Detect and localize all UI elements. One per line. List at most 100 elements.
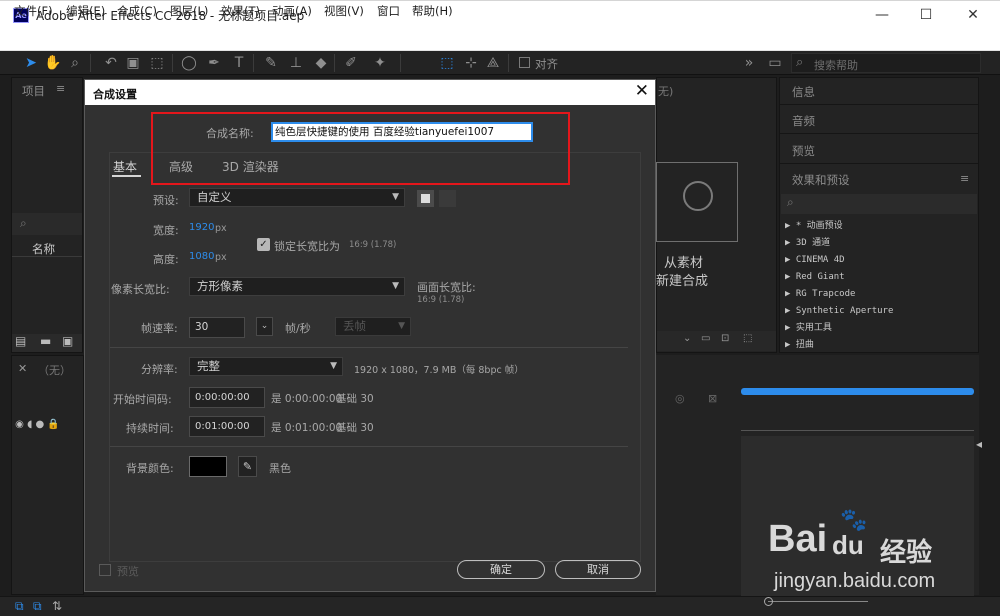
timeline-nav-icon[interactable]: ◂	[976, 437, 982, 451]
selection-tool-icon[interactable]: ➤	[22, 54, 40, 72]
local-axis-icon[interactable]: ⬚	[438, 54, 456, 72]
ok-button[interactable]: 确定	[457, 560, 545, 579]
effects-panel-menu-icon[interactable]: ≡	[960, 172, 969, 185]
pen-tool-icon[interactable]: ✒	[205, 54, 223, 72]
menu-file[interactable]: 文件(F)	[14, 3, 53, 19]
audio-panel-title[interactable]: 音频	[792, 113, 815, 129]
height-value[interactable]: 1080	[189, 251, 214, 262]
preset-dropdown[interactable]: 自定义 ▼	[189, 188, 405, 207]
menu-view[interactable]: 视图(V)	[324, 3, 364, 19]
fps-dropdown-icon[interactable]: ⌄	[256, 317, 273, 336]
expand-toolbar-icon[interactable]: »	[740, 54, 758, 72]
preset-value: 自定义	[197, 190, 232, 204]
preview-checkbox[interactable]	[99, 564, 111, 576]
panel-menu-icon[interactable]: ≡	[56, 82, 65, 95]
view-axis-icon[interactable]: ⟁	[484, 54, 502, 72]
menu-window[interactable]: 窗口	[377, 3, 400, 19]
viewer-3d-icon[interactable]: ▭	[701, 333, 710, 344]
timeline-switches[interactable]: ◉ ◖ ● 🔒	[12, 419, 83, 435]
menu-edit[interactable]: 编辑(E)	[66, 3, 105, 19]
menu-composition[interactable]: 合成(C)	[117, 3, 157, 19]
effects-search-input[interactable]: ⌕	[781, 194, 977, 214]
ellipse-tool-icon[interactable]: ◯	[180, 54, 198, 72]
motion-blur-icon[interactable]: ◎	[675, 392, 685, 405]
text-tool-icon[interactable]: T	[230, 54, 248, 72]
close-window-button[interactable]: ✕	[950, 0, 996, 30]
graph-editor-icon[interactable]: ⊠	[708, 392, 717, 405]
brush-tool-icon[interactable]: ✎	[262, 54, 280, 72]
pixel-aspect-dropdown[interactable]: 方形像素 ▼	[189, 277, 405, 296]
column-name[interactable]: 名称	[32, 241, 55, 257]
dialog-close-icon[interactable]: ✕	[635, 81, 649, 101]
menu-animation[interactable]: 动画(A)	[272, 3, 312, 19]
chevron-down-icon: ▼	[398, 321, 405, 331]
maximize-button[interactable]: ☐	[903, 0, 949, 30]
cancel-button[interactable]: 取消	[555, 560, 641, 579]
project-panel-title[interactable]: 项目	[22, 83, 45, 99]
viewer-channel-icon[interactable]: ⊡	[721, 333, 729, 344]
effects-item[interactable]: ▶ CINEMA 4D	[785, 252, 975, 269]
interpret-footage-icon[interactable]: ▤	[15, 334, 26, 348]
effects-presets-title[interactable]: 效果和预设	[792, 172, 850, 188]
mode-switch-icon[interactable]: ⧉	[33, 599, 42, 614]
menu-layer[interactable]: 图层(L)	[170, 3, 208, 19]
width-value[interactable]: 1920	[189, 222, 214, 233]
new-comp-hint-line1[interactable]: 从素材	[664, 252, 703, 271]
preview-label: 预览	[117, 565, 139, 578]
puppet-tool-icon[interactable]: ✦	[371, 54, 389, 72]
hand-tool-icon[interactable]: ✋	[44, 54, 62, 72]
snap-label: 对齐	[535, 57, 558, 71]
camera-tool-icon[interactable]: ▣	[124, 54, 142, 72]
viewer-exposure-icon[interactable]: ⬚	[743, 333, 752, 344]
roto-brush-tool-icon[interactable]: ✐	[342, 54, 360, 72]
new-comp-hint-line2[interactable]: 新建合成	[656, 270, 708, 289]
new-comp-from-footage-icon[interactable]	[656, 162, 738, 242]
start-timecode-input[interactable]: 0:00:00:00	[189, 387, 265, 408]
effects-item[interactable]: ▶ RG Trapcode	[785, 286, 975, 303]
preview-panel-title[interactable]: 预览	[792, 143, 815, 159]
bg-color-swatch[interactable]	[189, 456, 227, 477]
menu-help[interactable]: 帮助(H)	[412, 3, 453, 19]
world-axis-icon[interactable]: ⊹	[462, 54, 480, 72]
effects-item[interactable]: ▶ 扭曲	[785, 337, 975, 354]
bg-color-label: 背景颜色:	[126, 462, 174, 475]
delete-preset-icon[interactable]	[439, 190, 456, 207]
clone-stamp-tool-icon[interactable]: ⊥	[287, 54, 305, 72]
render-time-icon[interactable]: ⇅	[52, 599, 62, 613]
pixel-aspect-label: 像素长宽比:	[111, 283, 170, 296]
info-panel-title[interactable]: 信息	[792, 84, 815, 100]
pan-behind-tool-icon[interactable]: ⬚	[148, 54, 166, 72]
search-help-input[interactable]: ⌕ 搜索帮助	[791, 53, 981, 73]
effects-item[interactable]: ▶ Red Giant	[785, 269, 975, 286]
eraser-tool-icon[interactable]: ◆	[312, 54, 330, 72]
viewer-dropdown-icon[interactable]: ⌄	[683, 333, 691, 344]
save-preset-icon[interactable]	[417, 190, 434, 207]
timeline-close-icon[interactable]: ✕	[18, 362, 27, 375]
work-area-bar[interactable]	[741, 388, 974, 395]
workspace-icon[interactable]: ▭	[766, 54, 784, 72]
duration-label: 持续时间:	[126, 422, 174, 435]
layer-switch-icon[interactable]: ⧉	[15, 599, 24, 614]
effects-item[interactable]: ▶ 3D 通道	[785, 235, 975, 252]
lock-aspect-checkbox[interactable]: ✓	[257, 238, 270, 251]
highlight-box	[151, 112, 570, 185]
rotate-tool-icon[interactable]: ↶	[102, 54, 120, 72]
effects-search-icon: ⌕	[787, 195, 794, 209]
start-timecode-base: 基础 30	[336, 393, 374, 405]
effects-item[interactable]: ▶ 实用工具	[785, 320, 975, 337]
fps-input[interactable]: 30	[189, 317, 245, 338]
new-composition-icon[interactable]: ▣	[62, 334, 73, 348]
menu-effect[interactable]: 效果(T)	[221, 3, 260, 19]
eyedropper-icon[interactable]: ✎	[238, 456, 257, 477]
duration-input[interactable]: 0:01:00:00	[189, 416, 265, 437]
snap-checkbox[interactable]	[519, 57, 530, 68]
minimize-button[interactable]: —	[859, 0, 905, 30]
project-search[interactable]: ⌕	[12, 213, 82, 235]
effects-item[interactable]: ▶ * 动画预设	[785, 218, 975, 235]
frame-aspect-label: 画面长宽比:	[417, 281, 476, 294]
effects-item[interactable]: ▶ Synthetic Aperture	[785, 303, 975, 320]
search-help-placeholder: 搜索帮助	[814, 59, 858, 72]
new-folder-icon[interactable]: ▬	[40, 334, 51, 348]
resolution-dropdown[interactable]: 完整 ▼	[189, 357, 343, 376]
zoom-tool-icon[interactable]: ⌕	[66, 54, 84, 72]
